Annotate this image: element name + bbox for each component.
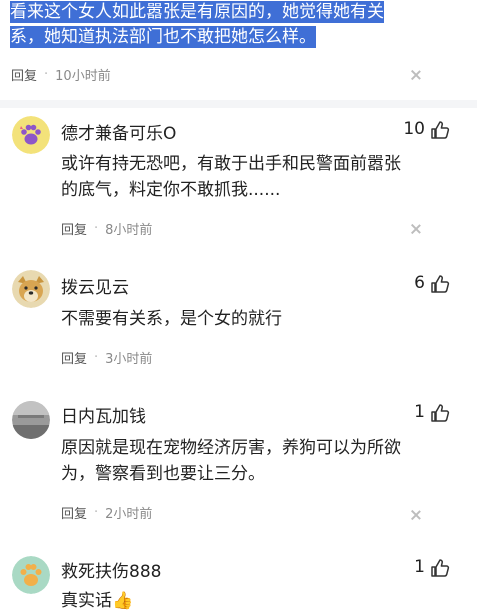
- top-comment-text: 看来这个女人如此嚣张是有原因的，她觉得她有关 系，她知道执法部门也不敢把她怎么样…: [10, 0, 420, 50]
- comment-body: 原因就是现在宠物经济厉害，养狗可以为所欲 为，警察看到也要让三分。: [61, 435, 421, 487]
- reply-button[interactable]: 回复: [11, 65, 37, 84]
- reply-button[interactable]: 回复: [61, 348, 87, 367]
- meta-separator: ·: [94, 505, 99, 520]
- close-icon[interactable]: [410, 69, 422, 81]
- top-comment-line-1: 看来这个女人如此嚣张是有原因的，她觉得她有关: [10, 1, 384, 23]
- comment-meta: 回复 · 8小时前: [61, 219, 152, 238]
- like-count: 1: [414, 402, 425, 422]
- thumbs-up-icon[interactable]: [430, 274, 450, 294]
- comment-body-line-2: 为，警察看到也要让三分。: [61, 464, 265, 484]
- comment-username[interactable]: 日内瓦加钱: [61, 402, 146, 427]
- comment-username[interactable]: 拨云见云: [61, 273, 129, 298]
- like-count: 1: [414, 557, 425, 577]
- meta-separator: ·: [94, 350, 99, 365]
- comment-meta: 回复 · 3小时前: [61, 348, 152, 367]
- comment-meta: 回复 · 2小时前: [61, 503, 152, 522]
- comment-time: 3小时前: [105, 352, 153, 367]
- comment-time: 8小时前: [105, 223, 153, 238]
- comment-item: 拨云见云 6 不需要有关系，是个女的就行 回复 · 3小时前: [0, 262, 477, 392]
- comment-item: 日内瓦加钱 1 原因就是现在宠物经济厉害，养狗可以为所欲 为，警察看到也要让三分…: [0, 392, 477, 532]
- comment-body-line-1: 不需要有关系，是个女的就行: [61, 309, 282, 329]
- comment-body: 不需要有关系，是个女的就行: [61, 306, 421, 332]
- paw-avatar-icon[interactable]: [12, 116, 50, 154]
- comment-body-line-1: 或许有持无恐吧，有敢于出手和民警面前嚣张: [61, 154, 401, 174]
- comment-item: 德才兼备可乐O 10 或许有持无恐吧，有敢于出手和民警面前嚣张 的底气，料定你不…: [0, 108, 477, 253]
- close-icon[interactable]: [410, 509, 422, 521]
- top-comment-meta: 回复 · 10小时前: [11, 65, 111, 84]
- reply-button[interactable]: 回复: [61, 503, 87, 522]
- like-count: 6: [414, 273, 425, 293]
- comment-time: 2小时前: [105, 507, 153, 522]
- meta-separator: ·: [44, 67, 49, 82]
- close-icon[interactable]: [410, 223, 422, 235]
- meta-separator: ·: [94, 221, 99, 236]
- paw-avatar-icon[interactable]: [12, 556, 50, 594]
- comment-body-line-1: 原因就是现在宠物经济厉害，养狗可以为所欲: [61, 438, 401, 458]
- comment-body-line-2: 的底气，料定你不敢抓我......: [61, 180, 281, 200]
- like-count: 10: [403, 119, 425, 139]
- thumbs-up-icon[interactable]: [430, 558, 450, 578]
- thumbs-up-icon[interactable]: [430, 120, 450, 140]
- divider: [0, 100, 477, 108]
- comment-username[interactable]: 德才兼备可乐O: [61, 119, 176, 144]
- thumbs-up-icon[interactable]: [430, 403, 450, 423]
- comment-body-line-1: 真实话👍: [61, 591, 134, 611]
- comment-body: 真实话👍: [61, 588, 421, 614]
- gray-avatar-icon[interactable]: [12, 401, 50, 439]
- dog-avatar-icon[interactable]: [12, 270, 50, 308]
- comment-username[interactable]: 救死扶伤888: [61, 557, 161, 582]
- top-comment-line-2: 系，她知道执法部门也不敢把她怎么样。: [10, 26, 316, 48]
- reply-button[interactable]: 回复: [61, 219, 87, 238]
- comment-time: 10小时前: [55, 69, 111, 84]
- comment-body: 或许有持无恐吧，有敢于出手和民警面前嚣张 的底气，料定你不敢抓我......: [61, 151, 421, 203]
- comment-item: 救死扶伤888 1 真实话👍: [0, 546, 477, 611]
